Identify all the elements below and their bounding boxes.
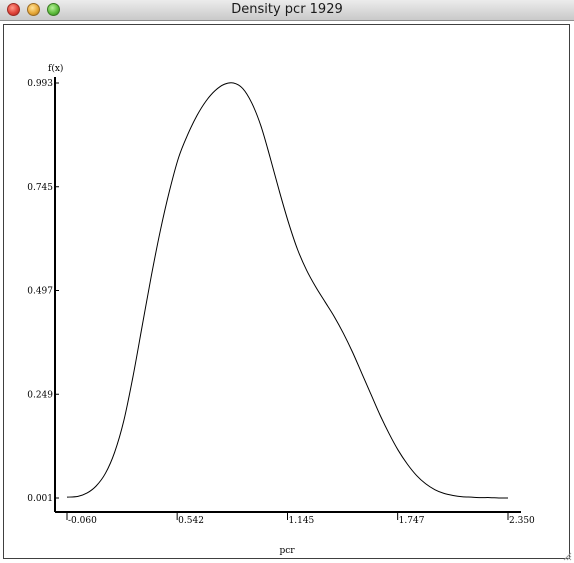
x-ticks: -0.060 0.542 1.145 1.747 2.350 (66, 512, 535, 526)
x-tick-label: 1.145 (289, 516, 315, 526)
plot-area: f(x) pcr 0.001 0.249 0.497 0.745 0.993 -0.06… (3, 24, 570, 559)
density-curve (66, 82, 509, 499)
y-tick-label: 0.497 (27, 287, 53, 297)
x-tick-label: -0.060 (68, 516, 97, 526)
x-tick-label: 2.350 (509, 516, 535, 526)
y-tick-label: 0.745 (27, 183, 53, 193)
y-tick-label: 0.993 (27, 79, 53, 89)
y-tick-label: 0.249 (27, 390, 53, 400)
y-axis-label: f(x) (48, 63, 63, 74)
title-bar[interactable]: Density pcr 1929 (0, 0, 574, 21)
window-title: Density pcr 1929 (231, 2, 343, 17)
x-tick-label: 1.747 (399, 516, 425, 526)
resize-grip-icon[interactable] (563, 552, 572, 561)
app-window: Density pcr 1929 f(x) pcr 0.001 0.249 0.49… (0, 0, 574, 563)
y-tick-label: 0.001 (27, 494, 53, 504)
density-chart: f(x) pcr 0.001 0.249 0.497 0.745 0.993 -0.06… (27, 63, 535, 556)
x-axis-label: pcr (279, 546, 295, 556)
x-tick-label: 0.542 (178, 516, 204, 526)
